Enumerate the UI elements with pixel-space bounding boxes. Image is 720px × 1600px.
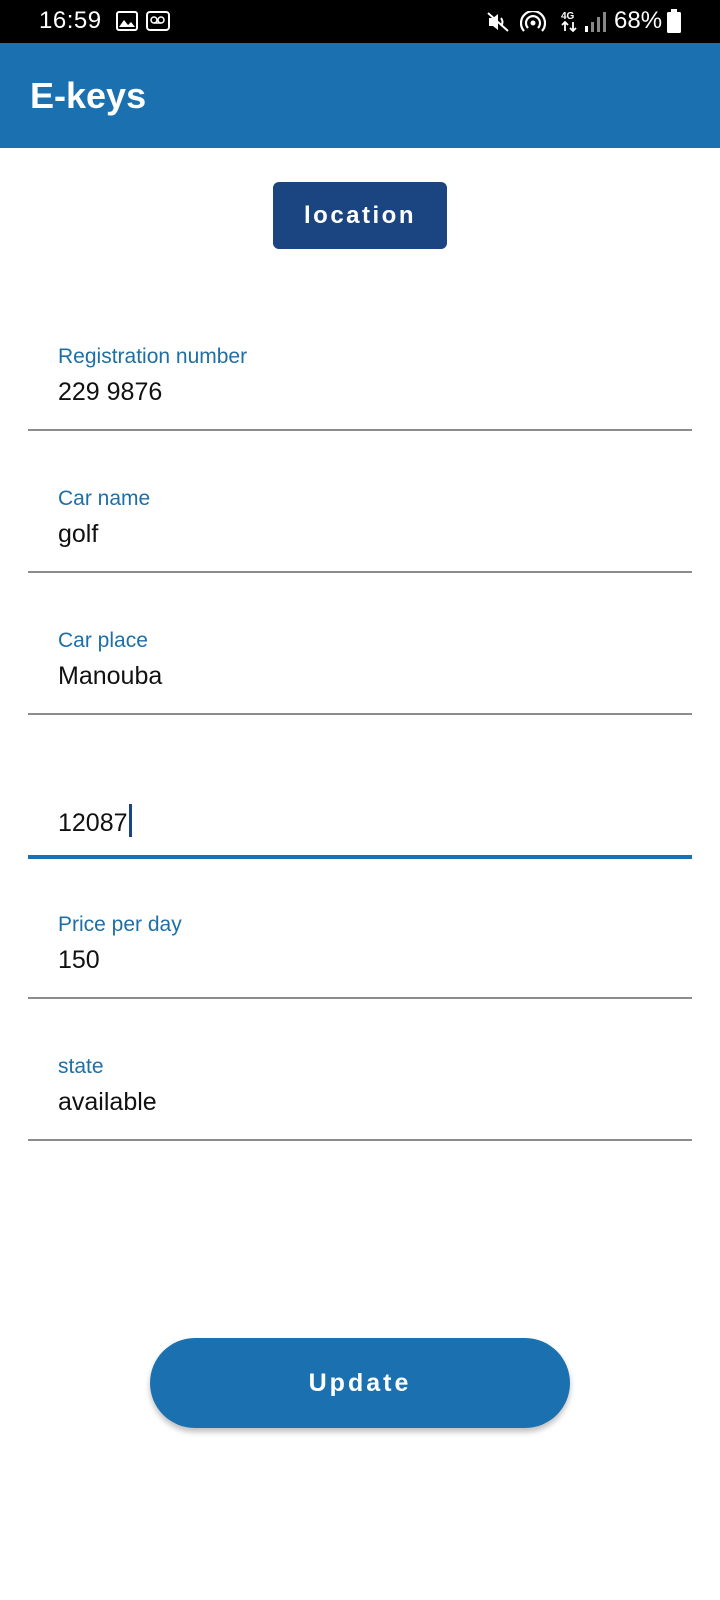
field-underline xyxy=(28,1139,692,1141)
field-underline xyxy=(28,429,692,431)
voicemail-icon xyxy=(146,11,170,36)
car-name-input[interactable]: golf xyxy=(58,520,98,549)
unlabeled-focused-field[interactable]: 12087 xyxy=(28,716,692,859)
status-time: 16:59 xyxy=(39,7,102,34)
status-bar: 16:59 4G 68% xyxy=(0,0,720,43)
location-button[interactable]: location xyxy=(273,182,447,249)
car-name-label: Car name xyxy=(58,487,151,510)
hotspot-icon xyxy=(519,9,547,38)
registration-number-input[interactable]: 229 9876 xyxy=(58,378,162,407)
signal-icon xyxy=(584,11,608,38)
registration-number-field[interactable]: Registration number 229 9876 xyxy=(28,290,692,431)
battery-icon xyxy=(667,9,681,38)
state-label: state xyxy=(58,1055,104,1078)
car-place-field[interactable]: Car place Manouba xyxy=(28,574,692,715)
price-per-day-label: Price per day xyxy=(58,913,182,936)
focused-input-value: 12087 xyxy=(58,809,128,837)
app-title: E-keys xyxy=(30,75,147,116)
text-caret xyxy=(128,804,132,837)
car-place-input[interactable]: Manouba xyxy=(58,662,162,691)
field-underline xyxy=(28,571,692,573)
car-name-field[interactable]: Car name golf xyxy=(28,432,692,573)
svg-text:4G: 4G xyxy=(561,11,575,22)
state-input[interactable]: available xyxy=(58,1088,157,1117)
update-button[interactable]: Update xyxy=(150,1338,570,1428)
registration-number-label: Registration number xyxy=(58,345,248,368)
price-per-day-input[interactable]: 150 xyxy=(58,946,100,975)
mute-icon xyxy=(486,11,510,38)
price-per-day-field[interactable]: Price per day 150 xyxy=(28,858,692,999)
state-field[interactable]: state available xyxy=(28,1000,692,1141)
car-place-label: Car place xyxy=(58,629,148,652)
battery-percent: 68% xyxy=(614,7,663,34)
image-icon xyxy=(116,11,138,36)
field-underline xyxy=(28,713,692,715)
4g-icon: 4G xyxy=(560,9,580,38)
field-underline xyxy=(28,997,692,999)
app-bar: E-keys xyxy=(0,43,720,148)
focused-input[interactable]: 12087 xyxy=(58,804,132,838)
